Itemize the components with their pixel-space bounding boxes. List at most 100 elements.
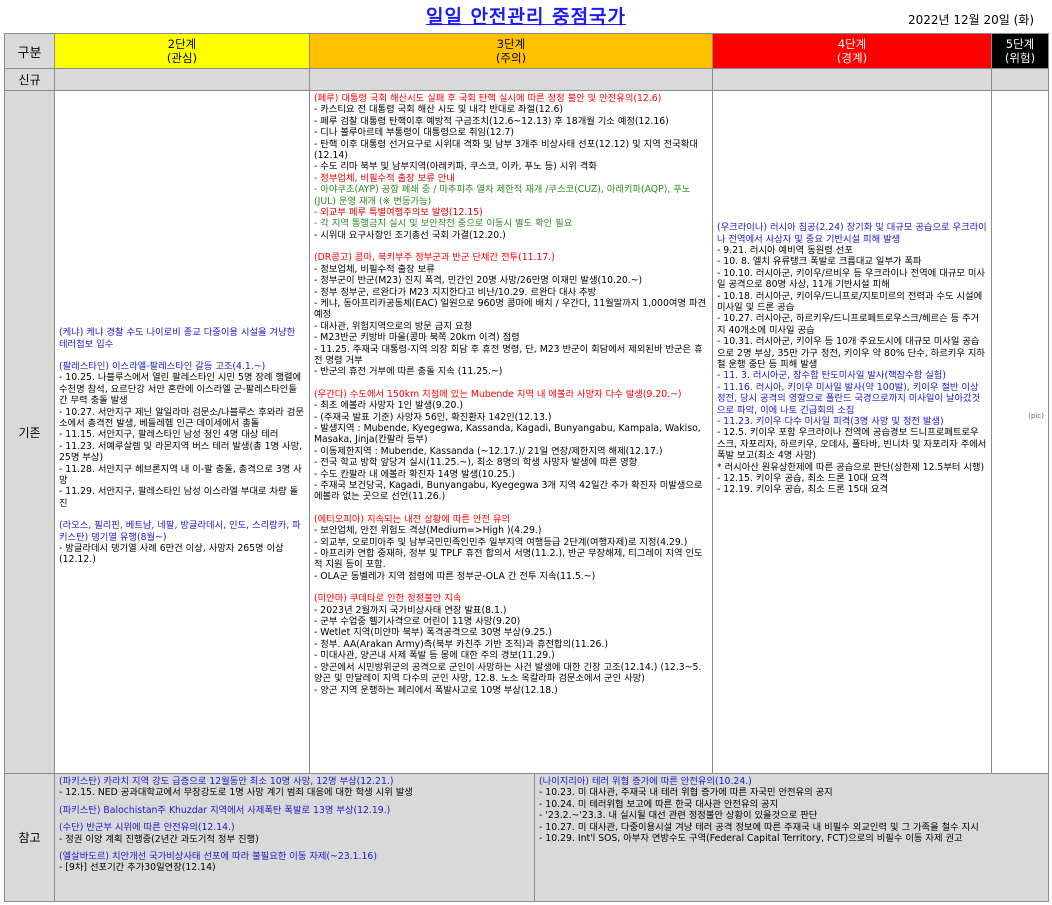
level2-name: 2단계 xyxy=(167,37,197,51)
row-label-new: 신규 xyxy=(4,68,55,91)
issue-line: - 양곤에서 시민방위군의 공격으로 군인이 사망하는 사건 발생에 대한 긴장… xyxy=(314,661,702,685)
issue-line: - 외교부, 오로미아주 및 남부국민민족인민주 일부지역 여행등급 2단계(여… xyxy=(314,536,688,548)
issue-line: - 시위대 요구사항인 조기총선 국회 가결(12.20.) xyxy=(314,229,506,241)
issue-block: (파키스탄) 카라치 지역 강도 급증으로 12월동안 최소 10명 사망, 1… xyxy=(59,776,530,799)
issue-heading: (엘살바도르) 치안개선 국가비상사태 선포에 따라 불필요한 이동 자제(~2… xyxy=(59,851,377,863)
issue-line: - 디나 볼루아르테 부통령이 대통령으로 취임(12.7) xyxy=(314,127,515,139)
issue-line: - 12.15. 키이우 공습, 최소 드론 10대 요격 xyxy=(717,473,889,485)
issue-heading: (우크라이나) 러시아 침공(2.24) 장기화 및 대규모 공습으로 우크라이… xyxy=(717,222,987,245)
issue-block: (나이지리아) 테러 위협 증가에 따른 안전유의(10.24.) - 10.23… xyxy=(539,776,1044,844)
issue-line: - 페루 검찰 대통령 탄핵이후 예방적 구금조치(12.6~12.13) 후 … xyxy=(314,115,669,127)
issue-heading: (수단) 반군부 시위에 따른 안전유의(12.14.) xyxy=(59,822,235,834)
issue-line: - 12.5. 키이우 포함 우크라이나 전역에 공습경보 드니프로페트로우스크… xyxy=(717,427,987,462)
issue-line: - 케냐, 동아프리카공동체(EAC) 일원으로 960명 콩마에 배치 / 우… xyxy=(314,297,707,321)
issue-line: - 이동제한지역 : Mubende, Kassanda (~12.17.)/ … xyxy=(314,445,663,457)
issue-heading: (미얀마) 쿠데타로 인한 정정불안 지속 xyxy=(314,593,462,605)
reference-right: (나이지리아) 테러 위협 증가에 따른 안전유의(10.24.) - 10.23… xyxy=(535,774,1048,901)
issue-line: - [9차] 선포기간 추가30일연장(12.14) xyxy=(59,862,216,874)
header-level2: 2단계 (관심) xyxy=(54,33,310,69)
issue-line: - 전국 학교 방학 앞당겨 실시(11.25.~), 최소 8명의 학생 사망… xyxy=(314,457,638,469)
level2-sub: (관심) xyxy=(166,51,198,65)
issue-line: - 2023년 2월까지 국가비상사태 연장 발표(8.1.) xyxy=(314,604,507,616)
issue-line: - 발생지역 : Mubende, Kyegegwa, Kassanda, Ka… xyxy=(314,422,701,446)
issue-line: - 최초 에볼라 사망자 1인 발생(9.20.) xyxy=(314,400,464,412)
issue-heading: (페루) 대통령 국회 해산시도 실패 후 국회 탄핵 실시에 따른 정정 불안… xyxy=(314,93,662,104)
issue-line: - 12.15. NED 공과대학교에서 무장강도로 1명 사망 계기 범죄 대… xyxy=(59,787,413,799)
issue-line: - 대사관, 위험지역으로의 방문 금지 요청 xyxy=(314,320,472,332)
level4-name: 4단계 xyxy=(837,37,867,51)
issue-heading: (파키스탄) 카라치 지역 강도 급증으로 12월동안 최소 10명 사망, 1… xyxy=(59,776,394,787)
issue-line: - 정부. AA(Arakan Army)측(북부 카친주 기반 조직)과 휴전… xyxy=(314,638,608,650)
new-level5 xyxy=(991,68,1049,91)
issue-line: - (주재국 발표 기준) 사망자 56인, 확진환자 142인(12.13.) xyxy=(314,411,552,423)
issue-line: - 11.23. 키이우 다수 미사일 피격(3명 사망 및 정전 발생) xyxy=(717,416,944,428)
issue-line: - 탄핵 이후 대통령 선거요구로 시위대 격화 및 남부 3개주 비상사태 선… xyxy=(314,138,698,162)
issue-block: (팔레스타인) 이스라엘-팔레스타인 갈등 고조(4.1.~) - 10.25. … xyxy=(59,361,305,509)
issue-line: - 11.15. 서안지구, 팔레스타인 남성 청인 4명 대상 테러 xyxy=(59,429,279,441)
issue-heading: (우간다) 수도에서 150km 지점에 있는 Mubende 지역 내 에볼라… xyxy=(314,388,682,400)
issue-block: (페루) 대통령 국회 해산시도 실패 후 국회 탄핵 실시에 따른 정정 불안… xyxy=(314,93,708,241)
header-level5: 5단계 (위험) xyxy=(991,33,1049,69)
issue-line: - 10.18. 러시아군, 키이우/드니프로/지토미르의 전력과 수도 시설에… xyxy=(717,290,983,313)
issue-line: - 카스티요 전 대통령 국회 해산 시도 및 내각 반대로 좌절(12.6) xyxy=(314,104,564,116)
issue-line: - 아야쿠초(AYP) 공항 폐쇄 중 / 마추피추 열차 제한적 재개 /쿠스… xyxy=(314,184,691,207)
level3-name: 3단계 xyxy=(496,37,526,51)
issue-line: - 9.21. 러시아 예비역 동원령 선포 xyxy=(717,244,853,256)
issue-line: - 정보업체, 비필수적 출장 보류 xyxy=(314,263,435,275)
issue-heading: (나이지리아) 테러 위협 증가에 따른 안전유의(10.24.) xyxy=(539,776,752,787)
issue-line: - 주재국 보건당국, Kagadi, Bunyangabu, Kyegegwa… xyxy=(314,480,703,503)
issue-line: - 11.25. 주재국 대통령-지역 의장 회담 후 휴전 명령, 단, M2… xyxy=(314,343,703,366)
reference-cell: (파키스탄) 카라치 지역 강도 급증으로 12월동안 최소 10명 사망, 1… xyxy=(54,773,1049,902)
issue-block: (에티오피아) 지속되는 내전 상황에 따른 안전 유의 - 보안업체, 안전 위… xyxy=(314,514,708,582)
issue-line: - 보안업체, 안전 위험도 격상(Medium=>High )(4.29.) xyxy=(314,525,542,537)
issue-line: - 10.25. 나블루스에서 열린 팔레스타인 시민 5명 장례 행렬에 수천… xyxy=(59,372,302,407)
issue-line: - 반군의 휴전 거부에 따른 충돌 지속 (11.25.~) xyxy=(314,366,503,378)
issue-line: - 방글라데시 뎅기열 사례 6만건 이상, 사망자 265명 이상(12.12… xyxy=(59,543,284,566)
existing-level2: (케냐) 케냐 경찰 수도 나이로비 종교 다중이용 시설을 겨냥한 테러첩보 … xyxy=(54,90,310,774)
issue-line: - 10.31. 러시아군, 키이우 등 10개 주요도시에 대규모 미사일 공… xyxy=(717,336,985,370)
issue-line: - 수도 칸팔라 내 에볼라 확진자 14명 발생(10.25.) xyxy=(314,468,515,480)
issue-line: - 정권 이양 계획 진행중(2년간 과도기적 정부 진행) xyxy=(59,833,259,845)
issue-line: - 미대사관, 양곤내 사제 폭발 등 몽에 대한 주의 경보(11.29.) xyxy=(314,650,555,662)
issue-heading: (DR콩고) 콩마, 북키부주 정부군과 반군 단체간 전투(11.17.) xyxy=(314,252,555,264)
issue-line: - 군부 수업중 헬기사격으로 어린이 11명 사망(9.20) xyxy=(314,616,521,628)
issue-line: - 10.29. Int'l SOS, 아부자 연방수도 구역(Federal … xyxy=(539,833,963,845)
existing-level3: (페루) 대통령 국회 해산시도 실패 후 국회 탄핵 실시에 따른 정정 불안… xyxy=(309,90,713,774)
row-label-existing: 기존 xyxy=(4,90,55,774)
issue-line: * 러시아산 원유상한제에 따른 공습으로 판단(상한제 12.5부터 시행) xyxy=(717,461,985,473)
level5-mark: (pic) xyxy=(1028,412,1044,421)
issue-block: (우간다) 수도에서 150km 지점에 있는 Mubende 지역 내 에볼라… xyxy=(314,389,708,503)
header-level4: 4단계 (경계) xyxy=(712,33,992,69)
new-level4 xyxy=(712,68,992,91)
existing-row: 기존 (케냐) 케냐 경찰 수도 나이로비 종교 다중이용 시설을 겨냥한 테러… xyxy=(4,90,1049,774)
existing-level5: (pic) xyxy=(991,90,1049,774)
level3-sub: (주의) xyxy=(495,51,527,65)
issue-line: - 아프리카 연합 중재하, 정부 및 TPLF 휴전 합의서 서명(11.2.… xyxy=(314,548,703,571)
issue-block: (케냐) 케냐 경찰 수도 나이로비 종교 다중이용 시설을 겨냥한 테러첩보 … xyxy=(59,327,305,350)
issue-heading: (케냐) 케냐 경찰 수도 나이로비 종교 다중이용 시설을 겨냥한 테러첩보 … xyxy=(59,327,296,350)
issue-heading: (파키스탄) Balochistan주 Khuzdar 지역에서 사제폭탄 폭발… xyxy=(59,804,391,816)
page-title: 일일 안전관리 중점국가 xyxy=(425,6,627,28)
issue-line: - OLA군 동벨레가 지역 점령에 따른 정부군-OLA 간 전투 지속(11… xyxy=(314,570,596,582)
issue-block: (파키스탄) Balochistan주 Khuzdar 지역에서 사제폭탄 폭발… xyxy=(59,805,530,816)
issue-block: (엘살바도르) 치안개선 국가비상사태 선포에 따라 불필요한 이동 자제(~2… xyxy=(59,851,530,874)
issue-block: (DR콩고) 콩마, 북키부주 정부군과 반군 단체간 전투(11.17.) - … xyxy=(314,252,708,377)
issue-line: - Wetlet 지역(미얀마 북부) 폭격공격으로 30명 부상(9.25.) xyxy=(314,627,552,639)
issue-line: - 11. 3. 러시아군, 잠수함 탄도미사일 발사(핵잠수함 실험) xyxy=(717,370,946,382)
level5-sub: (위험) xyxy=(1004,51,1036,65)
issue-block: (우크라이나) 러시아 침공(2.24) 장기화 및 대규모 공습으로 우크라이… xyxy=(717,222,987,496)
issue-line: - 정부 정부군, 르완다가 M23 지지한다고 비난/10.29. 르완다 대… xyxy=(314,286,597,298)
new-level2 xyxy=(54,68,310,91)
issue-line: - 수도 리마 북부 및 남부지역(아레키파, 쿠스코, 이카, 푸노 등) 시… xyxy=(314,161,597,173)
issue-line: - 정부군이 반군(M23) 진지 폭격, 민간인 20명 사망/26만명 이재… xyxy=(314,275,643,287)
issue-line: - 10.27. 미 대사관, 다중이용시설 겨냥 테러 공격 정보에 따른 주… xyxy=(539,821,979,833)
issue-line: - 10.10. 러시아군, 키이우/르비우 등 우크라이나 전역에 대규모 미… xyxy=(717,267,985,291)
issue-line: - 10.24. 미 테러위협 보고에 따른 한국 대사관 안전유의 공지 xyxy=(539,798,779,810)
issue-line: - '23.2.~'23.3. 내 실시될 대선 관련 정정불안 상황이 있을것… xyxy=(539,810,818,822)
issue-block: (라오스, 필리핀, 베트남, 네팔, 방글라데시, 인도, 스리랑카, 파키스… xyxy=(59,520,305,566)
header-level3: 3단계 (주의) xyxy=(309,33,713,69)
issue-block: (수단) 반군부 시위에 따른 안전유의(12.14.) - 정권 이양 계획 진… xyxy=(59,822,530,845)
level4-sub: (경계) xyxy=(836,51,868,65)
header-row: 구분 2단계 (관심) 3단계 (주의) 4단계 (경계) 5단계 (위험) xyxy=(4,33,1049,69)
issue-line: - 10.27. 서안지구 제닌 알일라마 검문소/나블루스 후와라 검문소에서… xyxy=(59,406,304,429)
